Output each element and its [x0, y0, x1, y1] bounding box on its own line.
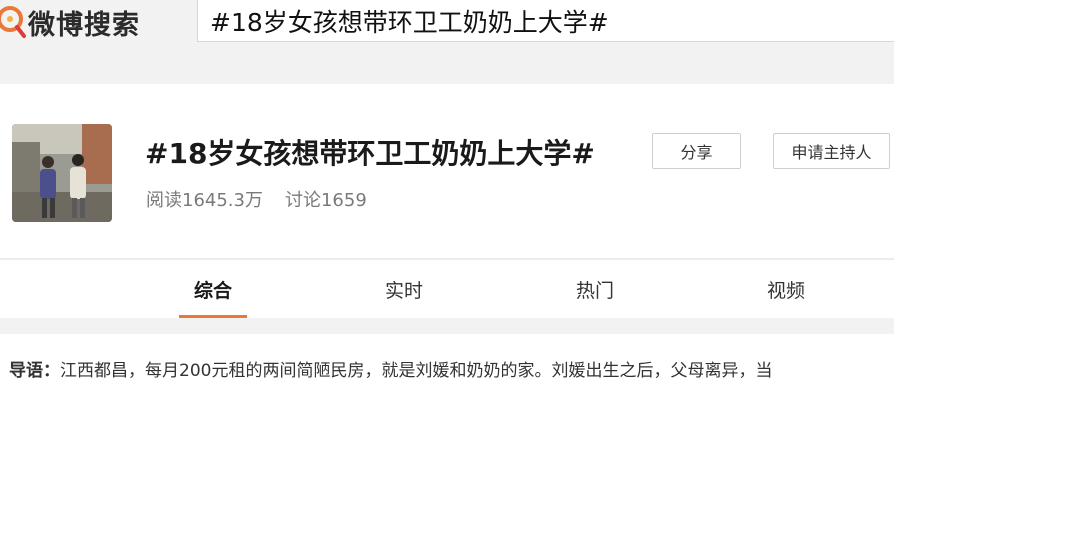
weibo-search-logo[interactable]: 微博搜索 [0, 2, 140, 42]
topic-cover-image[interactable] [12, 124, 112, 222]
topic-title: #18岁女孩想带环卫工奶奶上大学# [145, 137, 595, 170]
lead-label: 导语： [9, 361, 60, 381]
topic-lead: 导语：江西都昌，每月200元租的两间简陋民房，就是刘媛和奶奶的家。刘媛出生之后，… [9, 356, 894, 381]
topic-tabs: 综合 实时 热门 视频 [0, 260, 894, 318]
tab-video[interactable]: 视频 [742, 260, 830, 318]
weibo-search-icon [0, 2, 26, 42]
read-count: 阅读1645.3万 [146, 190, 263, 211]
logo-text: 微博搜索 [28, 9, 140, 41]
apply-host-button[interactable]: 申请主持人 [773, 133, 890, 169]
search-input[interactable]: #18岁女孩想带环卫工奶奶上大学# [197, 0, 894, 42]
tab-hot[interactable]: 热门 [551, 260, 639, 318]
tab-realtime[interactable]: 实时 [360, 260, 448, 318]
share-button[interactable]: 分享 [652, 133, 741, 169]
tab-comprehensive[interactable]: 综合 [169, 260, 257, 318]
lead-text: 江西都昌，每月200元租的两间简陋民房，就是刘媛和奶奶的家。刘媛出生之后，父母离… [60, 361, 773, 381]
topic-card: #18岁女孩想带环卫工奶奶上大学# 阅读1645.3万 讨论1659 分享 申请… [0, 84, 894, 258]
topic-stats: 阅读1645.3万 讨论1659 [146, 186, 367, 212]
section-divider [0, 318, 894, 334]
weibo-topic-page: 微博搜索 #18岁女孩想带环卫工奶奶上大学# #18岁女孩想带环卫工奶奶上大学#… [0, 0, 1080, 540]
discussion-count: 讨论1659 [284, 190, 367, 211]
search-header: 微博搜索 #18岁女孩想带环卫工奶奶上大学# [0, 0, 894, 84]
